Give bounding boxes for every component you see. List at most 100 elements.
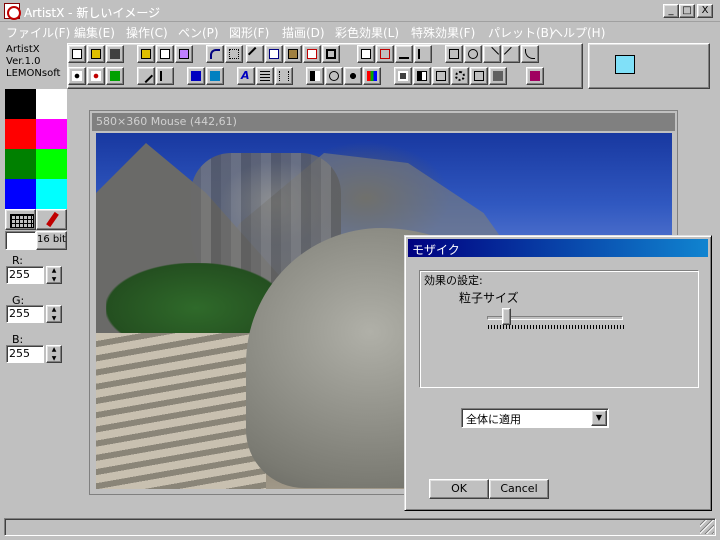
- resize-icon[interactable]: [376, 45, 394, 63]
- current-color-swatch[interactable]: [615, 55, 635, 74]
- r-spinner[interactable]: ▲ ▼: [46, 266, 62, 284]
- grid-icon[interactable]: [5, 209, 36, 230]
- export-icon[interactable]: [175, 45, 193, 63]
- menu-help[interactable]: ヘルプ(H): [551, 24, 605, 41]
- sparkle-icon[interactable]: [68, 67, 86, 85]
- g-spinner[interactable]: ▲ ▼: [46, 305, 62, 323]
- swatch-magenta[interactable]: [36, 119, 67, 149]
- crop-icon[interactable]: [322, 45, 340, 63]
- open-folder-icon[interactable]: [87, 45, 105, 63]
- spin-up-icon[interactable]: ▲: [47, 267, 61, 276]
- minimize-button[interactable]: _: [663, 4, 679, 18]
- app-name: ArtistX: [6, 44, 40, 55]
- swatch-black[interactable]: [5, 89, 36, 119]
- arrow-line-icon[interactable]: [502, 45, 520, 63]
- menu-edit[interactable]: 編集(E): [74, 24, 115, 41]
- text-tool-icon[interactable]: A: [237, 67, 255, 85]
- spin-up-icon[interactable]: ▲: [47, 346, 61, 355]
- swatch-lime[interactable]: [36, 149, 67, 179]
- spin-down-icon[interactable]: ▼: [47, 355, 61, 364]
- gear-icon[interactable]: [451, 67, 469, 85]
- cut-icon[interactable]: [246, 45, 264, 63]
- open-image-icon[interactable]: [137, 45, 155, 63]
- book-icon[interactable]: [526, 67, 544, 85]
- r-input[interactable]: 255: [6, 266, 44, 284]
- color-palette: [5, 89, 67, 209]
- swatch-green[interactable]: [5, 149, 36, 179]
- menu-special-effect[interactable]: 特殊効果(F): [411, 24, 475, 41]
- resize-grip-icon[interactable]: [700, 520, 714, 534]
- delete-icon[interactable]: [303, 45, 321, 63]
- dialog-title: モザイク: [408, 239, 708, 257]
- brush-icon[interactable]: [137, 67, 155, 85]
- b-spinner[interactable]: ▲ ▼: [46, 345, 62, 363]
- swatch-red[interactable]: [5, 119, 36, 149]
- flip-vertical-icon[interactable]: [395, 45, 413, 63]
- rect-tool-icon[interactable]: [445, 45, 463, 63]
- brightness-icon[interactable]: [325, 67, 343, 85]
- apply-scope-select[interactable]: 全体に適用: [461, 408, 609, 428]
- spin-up-icon[interactable]: ▲: [47, 306, 61, 315]
- burst-icon[interactable]: [87, 67, 105, 85]
- copy-icon[interactable]: [265, 45, 283, 63]
- lines-icon[interactable]: [256, 67, 274, 85]
- foreground-color[interactable]: [5, 231, 36, 250]
- swatch-blue[interactable]: [5, 179, 36, 209]
- square-icon[interactable]: [470, 67, 488, 85]
- b-input[interactable]: 255: [6, 345, 44, 363]
- current-color-panel: [588, 43, 710, 89]
- menu-pen[interactable]: ペン(P): [178, 24, 219, 41]
- swatch-cyan[interactable]: [36, 179, 67, 209]
- dots-icon[interactable]: [275, 67, 293, 85]
- paste-icon[interactable]: [284, 45, 302, 63]
- half-tone-icon[interactable]: [413, 67, 431, 85]
- new-file-icon[interactable]: [68, 45, 86, 63]
- app-icon: [4, 3, 21, 20]
- maximize-button[interactable]: □: [679, 4, 695, 18]
- spin-down-icon[interactable]: ▼: [47, 315, 61, 324]
- select-rect-icon[interactable]: [225, 45, 243, 63]
- eyedropper-icon[interactable]: [36, 209, 67, 230]
- frame-icon[interactable]: [394, 67, 412, 85]
- status-bar: [4, 518, 716, 536]
- effect-settings-label: 効果の設定:: [423, 272, 484, 288]
- spin-down-icon[interactable]: ▼: [47, 276, 61, 285]
- undo-icon[interactable]: [206, 45, 224, 63]
- spray-icon[interactable]: [206, 67, 224, 85]
- save-icon[interactable]: [106, 45, 124, 63]
- menu-operation[interactable]: 操作(C): [126, 24, 168, 41]
- flip-horizontal-icon[interactable]: [414, 45, 432, 63]
- filter-icon[interactable]: [106, 67, 124, 85]
- bit-depth-button[interactable]: 16 bit: [36, 231, 67, 250]
- menu-color-effect[interactable]: 彩色効果(L): [335, 24, 399, 41]
- contrast-icon[interactable]: [306, 67, 324, 85]
- rgb-bars-icon[interactable]: [363, 67, 381, 85]
- app-version: Ver.1.0: [6, 56, 41, 67]
- chevron-down-icon[interactable]: ▼: [591, 410, 607, 426]
- box-icon[interactable]: [432, 67, 450, 85]
- menu-palette[interactable]: パレット(B): [488, 24, 554, 41]
- pencil-icon[interactable]: [156, 67, 174, 85]
- curve-tool-icon[interactable]: [521, 45, 539, 63]
- print-icon[interactable]: [156, 45, 174, 63]
- ok-button[interactable]: OK: [429, 479, 489, 499]
- particle-size-slider-thumb[interactable]: [502, 308, 512, 325]
- canvas-icon[interactable]: [357, 45, 375, 63]
- line-tool-icon[interactable]: [483, 45, 501, 63]
- shadow-box-icon[interactable]: [489, 67, 507, 85]
- title-bar: ArtistX - 新しいイメージ _ □ X: [0, 0, 720, 22]
- menu-file[interactable]: ファイル(F): [6, 24, 70, 41]
- menu-draw[interactable]: 描画(D): [282, 24, 325, 41]
- photo-steps: [96, 333, 266, 489]
- menu-shape[interactable]: 図形(F): [229, 24, 269, 41]
- g-input[interactable]: 255: [6, 305, 44, 323]
- star-icon[interactable]: [344, 67, 362, 85]
- slider-ticks: [488, 325, 624, 329]
- menu-bar: ファイル(F) 編集(E) 操作(C) ペン(P) 図形(F) 描画(D) 彩色…: [0, 22, 720, 41]
- ellipse-tool-icon[interactable]: [464, 45, 482, 63]
- mosaic-dialog: モザイク 効果の設定: 粒子サイズ 全体に適用 ▼ OK Cancel: [404, 235, 712, 511]
- close-button[interactable]: X: [697, 4, 713, 18]
- swatch-white[interactable]: [36, 89, 67, 119]
- bucket-icon[interactable]: [187, 67, 205, 85]
- cancel-button[interactable]: Cancel: [489, 479, 549, 499]
